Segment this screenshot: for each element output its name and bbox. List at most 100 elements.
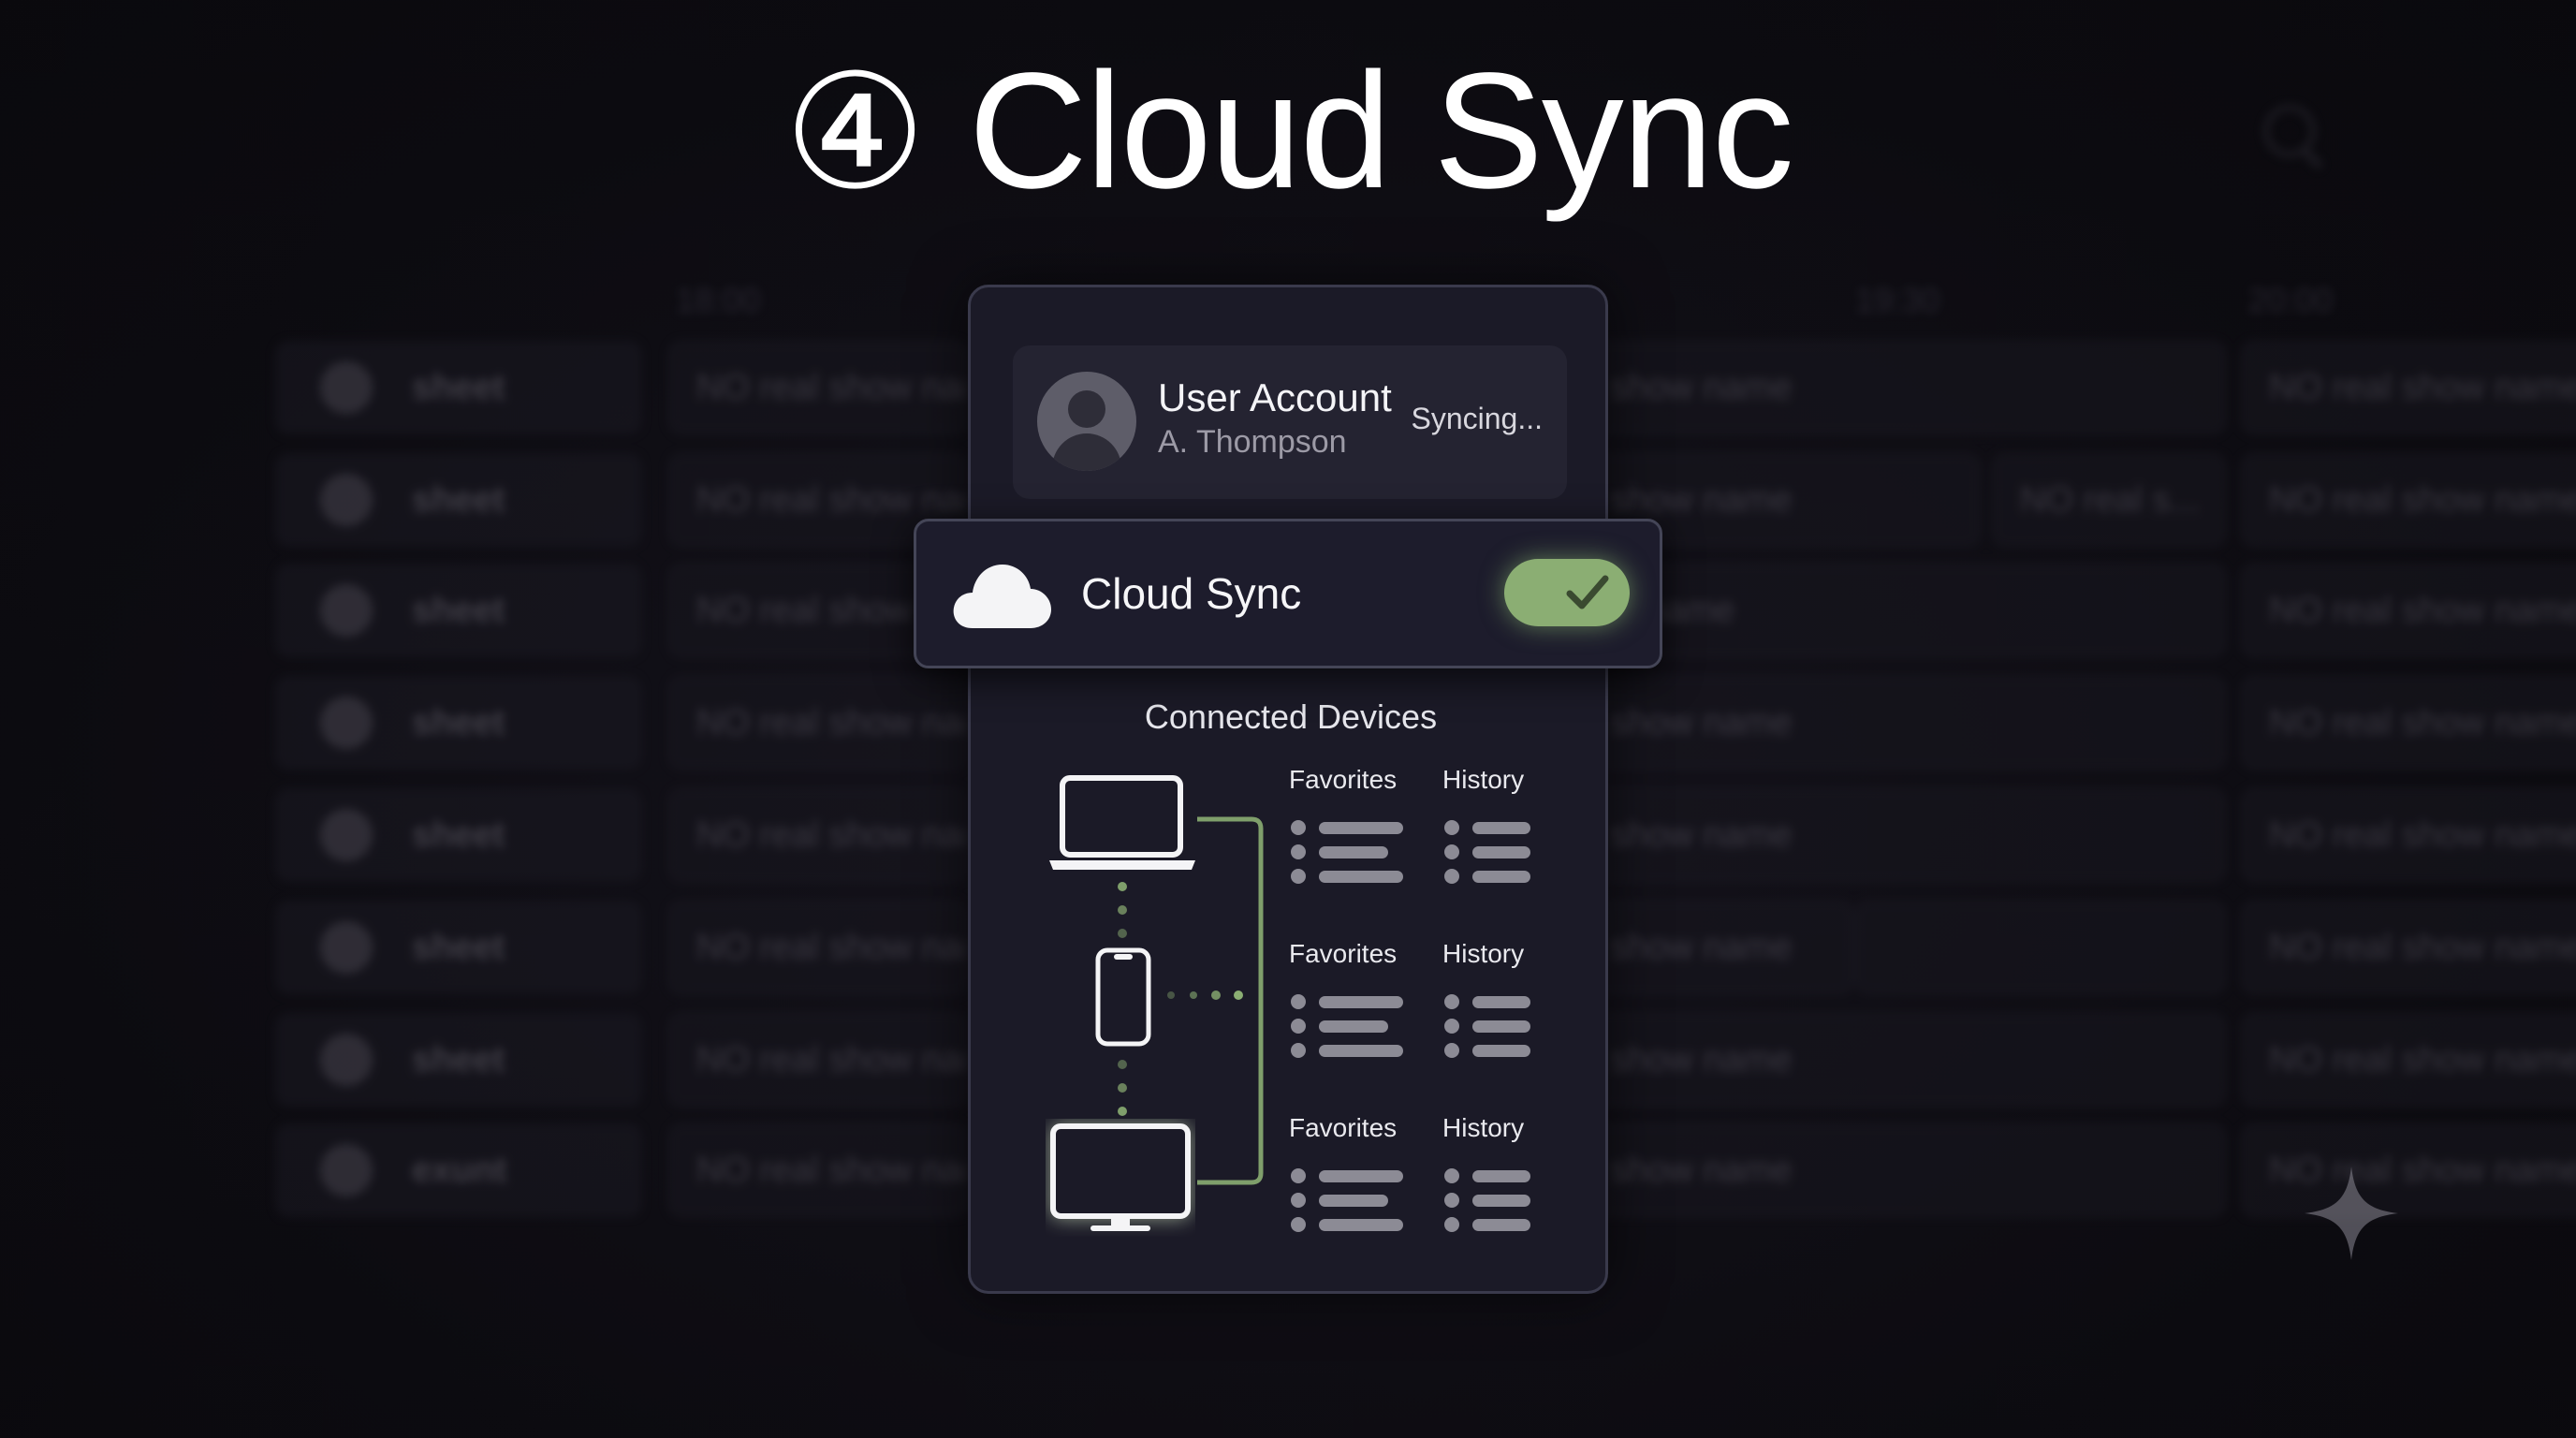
channel-cell: sheet	[275, 341, 642, 434]
program-cell: show name	[1582, 901, 1853, 994]
bullet	[1444, 1193, 1459, 1208]
program-cell: show name	[1582, 788, 2226, 882]
list-item	[1444, 815, 1530, 840]
program-cell: NO real show nan	[668, 1123, 968, 1217]
device-data-list	[1291, 1164, 1403, 1237]
channel-name: sheet	[412, 590, 505, 630]
history-label: History	[1442, 939, 1525, 968]
laptop-icon	[1049, 775, 1195, 870]
channel-cell: exunt	[275, 1123, 642, 1217]
channel-cell: sheet	[275, 676, 642, 770]
history-label: History	[1442, 1113, 1525, 1142]
bullet	[1444, 994, 1459, 1009]
cloud-sync-label: Cloud Sync	[1081, 569, 1302, 618]
program-cell: NO real show name	[2241, 453, 2576, 547]
device-data-list	[1444, 1164, 1530, 1237]
list-item	[1291, 990, 1403, 1014]
cloud-sync-row[interactable]: Cloud Sync	[914, 519, 1662, 668]
sync-panel: User Account A. Thompson Syncing... Conn…	[968, 285, 1608, 1294]
placeholder-bar	[1319, 845, 1388, 858]
channel-name: sheet	[412, 1039, 505, 1079]
channel-logo	[320, 584, 373, 637]
channel-name: sheet	[412, 367, 505, 407]
placeholder-bar	[1472, 845, 1530, 858]
page-title: ④ Cloud Sync	[0, 37, 2576, 227]
bullet	[1444, 1168, 1459, 1183]
channel-logo	[320, 1034, 373, 1086]
list-item	[1444, 1164, 1530, 1188]
time-label: 19:30	[1855, 281, 1940, 319]
program-cell: NO real show nan	[668, 901, 968, 994]
channel-name: sheet	[412, 702, 505, 742]
program-cell: NO real show nan	[668, 1013, 968, 1107]
placeholder-bar	[1472, 1044, 1530, 1057]
placeholder-bar	[1472, 1194, 1530, 1207]
placeholder-bar	[1319, 1169, 1403, 1182]
placeholder-bar	[1472, 821, 1530, 834]
placeholder-bar	[1472, 1169, 1530, 1182]
bullet	[1291, 1043, 1306, 1058]
program-cell: NO real show nan	[668, 676, 968, 770]
channel-name: exunt	[412, 1150, 507, 1190]
placeholder-bar	[1472, 870, 1530, 883]
placeholder-bar	[1319, 1020, 1388, 1033]
placeholder-bar	[1472, 1020, 1530, 1033]
placeholder-bar	[1319, 1218, 1403, 1231]
bullet	[1444, 1217, 1459, 1232]
step-number: ④	[783, 44, 926, 222]
program-cell: show name	[1582, 676, 2226, 770]
title-text: Cloud Sync	[968, 39, 1794, 223]
bullet	[1444, 1043, 1459, 1058]
channel-name: sheet	[412, 814, 505, 855]
bullet	[1291, 1168, 1306, 1183]
favorites-label: Favorites	[1289, 939, 1398, 968]
device-data-list	[1291, 815, 1403, 888]
channel-logo	[320, 809, 373, 861]
channel-logo	[320, 474, 373, 526]
list-item	[1444, 1188, 1530, 1212]
program-cell: NO real show name	[2241, 788, 2576, 882]
list-item	[1291, 815, 1403, 840]
channel-cell: sheet	[275, 453, 642, 547]
list-item	[1444, 864, 1530, 888]
program-cell: w name	[1582, 564, 2226, 657]
bullet	[1291, 869, 1306, 884]
time-label: 20:00	[2248, 281, 2334, 319]
bullet	[1291, 1019, 1306, 1034]
program-cell: NO real show name	[2241, 676, 2576, 770]
placeholder-bar	[1472, 1218, 1530, 1231]
channel-logo	[320, 921, 373, 974]
checkmark-icon	[1566, 575, 1609, 609]
list-item	[1291, 864, 1403, 888]
list-item	[1444, 840, 1530, 864]
list-item	[1291, 1188, 1403, 1212]
cloud-sync-toggle[interactable]	[1504, 559, 1630, 626]
device-data-list	[1291, 990, 1403, 1063]
bullet	[1291, 844, 1306, 859]
program-cell: show name	[1582, 1013, 2226, 1107]
list-item	[1291, 840, 1403, 864]
program-cell: show name	[1582, 341, 2226, 434]
time-label: 18:00	[676, 281, 761, 319]
bullet	[1444, 869, 1459, 884]
device-data-list	[1444, 990, 1530, 1063]
cloud-icon	[953, 565, 1051, 628]
list-item	[1291, 1164, 1403, 1188]
program-cell: NO real show nan	[668, 341, 968, 434]
tv-monitor-icon	[1050, 1123, 1191, 1231]
favorites-label: Favorites	[1289, 765, 1398, 794]
channel-logo	[320, 697, 373, 749]
placeholder-bar	[1319, 821, 1403, 834]
placeholder-bar	[1472, 995, 1530, 1008]
program-cell: NO real show nan	[668, 788, 968, 882]
device-data-list	[1444, 815, 1530, 888]
placeholder-bar	[1319, 870, 1403, 883]
channel-logo	[320, 1144, 373, 1196]
bullet	[1444, 820, 1459, 835]
program-cell: NO real s...	[1992, 453, 2226, 547]
phone-icon	[1095, 947, 1151, 1047]
sparkle-icon	[2305, 1167, 2398, 1260]
placeholder-bar	[1319, 1194, 1388, 1207]
channel-name: sheet	[412, 479, 505, 520]
program-cell: NO real show name	[2241, 1013, 2576, 1107]
